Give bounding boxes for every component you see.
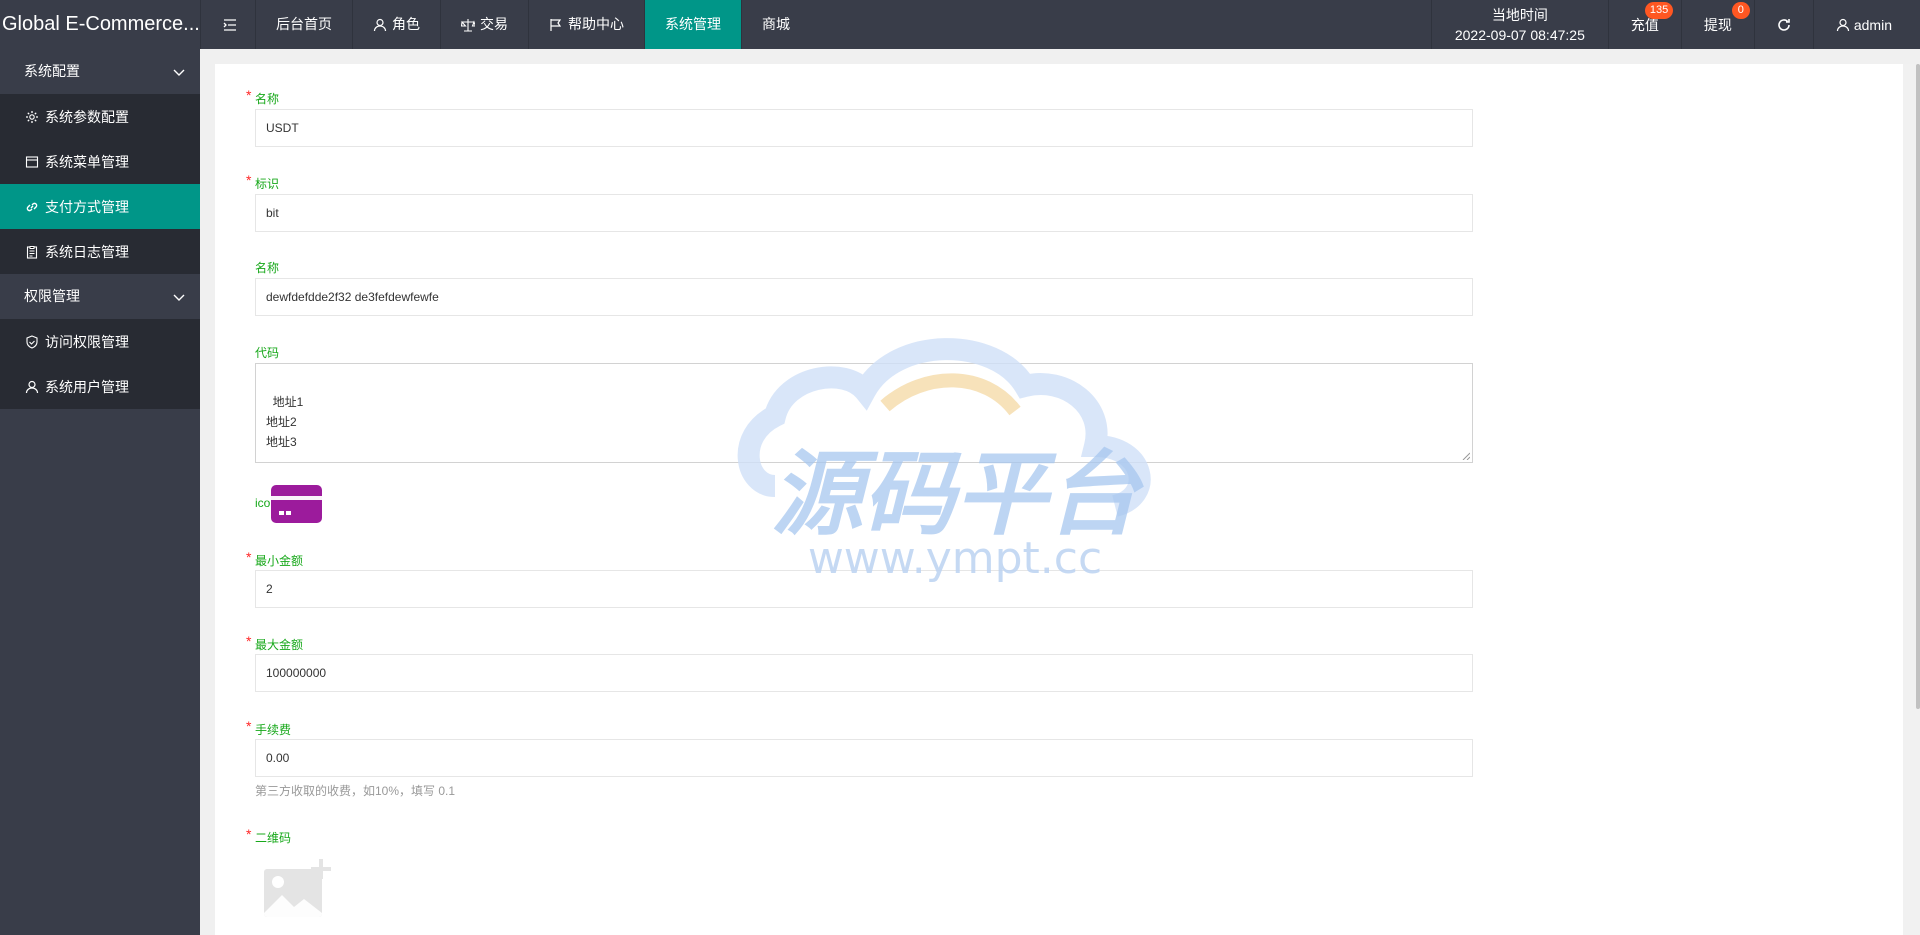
nav-trade-label: 交易 bbox=[480, 16, 508, 32]
card-dot bbox=[279, 511, 284, 515]
name2-label: 名称 bbox=[255, 261, 280, 275]
link-icon bbox=[26, 202, 38, 211]
required-mark: * bbox=[246, 172, 252, 188]
card-stripe bbox=[271, 496, 322, 500]
top-header: Global E-Commerce... 后台首页 角色 交易 帮助中心 系统管… bbox=[0, 0, 1920, 49]
min-amount-label: 最小金额 bbox=[255, 554, 304, 568]
fee-hint: 第三方收取的收费，如10%，填写 0.1 bbox=[255, 784, 456, 798]
max-amount-input[interactable]: 100000000 bbox=[255, 654, 1473, 692]
address-label: 代码 bbox=[255, 346, 280, 360]
withdraw-button[interactable]: 提现 0 bbox=[1680, 0, 1754, 49]
nav-mall[interactable]: 商城 bbox=[742, 0, 810, 49]
local-time-value: 2022-09-07 08:47:25 bbox=[1454, 26, 1585, 43]
clipboard-icon bbox=[26, 245, 38, 259]
address-text: 地址1 地址2 地址3 bbox=[266, 395, 304, 449]
name-input[interactable]: USDT bbox=[255, 109, 1473, 147]
refresh-icon bbox=[1778, 18, 1790, 31]
recharge-button[interactable]: 充值 135 bbox=[1607, 0, 1681, 49]
sidebar-item-system-params[interactable]: 系统参数配置 bbox=[0, 94, 200, 139]
nav-system[interactable]: 系统管理 bbox=[645, 0, 742, 49]
user-menu[interactable]: admin bbox=[1812, 0, 1920, 49]
credit-card-icon[interactable] bbox=[271, 485, 322, 523]
nav-system-label: 系统管理 bbox=[665, 16, 721, 32]
local-time: 当地时间 2022-09-07 08:47:25 bbox=[1430, 0, 1608, 49]
gear-icon bbox=[26, 110, 38, 123]
icon-label: ico bbox=[255, 496, 271, 510]
required-mark: * bbox=[246, 87, 252, 103]
nav-help-label: 帮助中心 bbox=[568, 16, 624, 32]
withdraw-label: 提现 bbox=[1703, 16, 1732, 33]
sidebar-item-payment-methods[interactable]: 支付方式管理 bbox=[0, 184, 200, 229]
code-input[interactable]: bit bbox=[255, 194, 1473, 232]
code-label: 标识 bbox=[255, 177, 280, 191]
qrcode-label: 二维码 bbox=[255, 831, 292, 845]
local-time-label: 当地时间 bbox=[1491, 6, 1548, 23]
sidebar-item-system-users[interactable]: 系统用户管理 bbox=[0, 364, 200, 409]
app-title: Global E-Commerce... bbox=[2, 13, 200, 35]
nav-role-label: 角色 bbox=[392, 16, 420, 32]
nav-home[interactable]: 后台首页 bbox=[256, 0, 353, 49]
name2-input[interactable]: dewfdefdde2f32 de3fefdewfewfe bbox=[255, 278, 1473, 316]
scale-icon bbox=[461, 18, 475, 32]
sidebar-item-system-menu[interactable]: 系统菜单管理 bbox=[0, 139, 200, 184]
card-dot bbox=[286, 511, 291, 515]
sidebar-submenu: 访问权限管理 系统用户管理 bbox=[0, 319, 200, 409]
sidebar-toggle-button[interactable] bbox=[200, 0, 256, 49]
nav-help[interactable]: 帮助中心 bbox=[529, 0, 645, 49]
sidebar-item-label: 系统菜单管理 bbox=[45, 153, 129, 170]
user-icon bbox=[373, 18, 387, 31]
sidebar-item-access-permissions[interactable]: 访问权限管理 bbox=[0, 319, 200, 364]
refresh-button[interactable] bbox=[1753, 0, 1813, 49]
sidebar-group-label: 权限管理 bbox=[24, 288, 80, 304]
min-amount-input[interactable]: 2 bbox=[255, 570, 1473, 608]
withdraw-badge: 0 bbox=[1731, 2, 1750, 19]
sidebar-item-label: 系统参数配置 bbox=[45, 108, 129, 125]
sidebar-item-label: 访问权限管理 bbox=[45, 333, 129, 350]
user-icon bbox=[1836, 18, 1849, 31]
sidebar-item-label: 系统日志管理 bbox=[45, 243, 129, 260]
image-upload-icon[interactable] bbox=[263, 857, 333, 919]
required-mark: * bbox=[246, 549, 252, 565]
header-tools: 当地时间 2022-09-07 08:47:25 充值 135 提现 0 adm… bbox=[1430, 0, 1920, 49]
resize-handle-icon[interactable] bbox=[1462, 452, 1470, 460]
required-mark: * bbox=[246, 633, 252, 649]
nav-role[interactable]: 角色 bbox=[353, 0, 441, 49]
nav-home-label: 后台首页 bbox=[276, 16, 332, 32]
sidebar-group-system-config[interactable]: 系统配置 bbox=[0, 49, 200, 94]
max-amount-label: 最大金额 bbox=[255, 638, 304, 652]
sidebar-submenu: 系统参数配置 系统菜单管理 支付方式管理 系统日志管理 bbox=[0, 94, 200, 274]
sidebar: 系统配置 系统参数配置 系统菜单管理 支付方式管理 系统日志管理 权限管理 访问… bbox=[0, 49, 200, 935]
menu-toggle-icon bbox=[223, 18, 236, 31]
fee-input[interactable]: 0.00 bbox=[255, 739, 1473, 777]
user-icon bbox=[25, 380, 39, 393]
scrollbar-thumb[interactable] bbox=[1916, 64, 1920, 709]
sidebar-item-system-logs[interactable]: 系统日志管理 bbox=[0, 229, 200, 274]
flag-icon bbox=[550, 18, 562, 31]
sidebar-group-label: 系统配置 bbox=[24, 63, 80, 79]
sidebar-item-label: 支付方式管理 bbox=[45, 198, 129, 215]
window-icon bbox=[25, 155, 39, 168]
sidebar-group-permissions[interactable]: 权限管理 bbox=[0, 274, 200, 319]
nav-mall-label: 商城 bbox=[762, 16, 790, 32]
recharge-badge: 135 bbox=[1644, 2, 1674, 19]
chevron-down-icon bbox=[173, 69, 185, 76]
name-label: 名称 bbox=[255, 92, 280, 106]
address-textarea[interactable]: 地址1 地址2 地址3 bbox=[255, 363, 1473, 463]
user-name: admin bbox=[1853, 16, 1892, 33]
shield-check-icon bbox=[26, 334, 38, 349]
chevron-down-icon bbox=[173, 294, 185, 301]
fee-label: 手续费 bbox=[255, 723, 292, 737]
required-mark: * bbox=[246, 826, 252, 842]
sidebar-item-label: 系统用户管理 bbox=[45, 378, 129, 395]
top-nav: 后台首页 角色 交易 帮助中心 系统管理 商城 bbox=[200, 0, 810, 49]
nav-trade[interactable]: 交易 bbox=[441, 0, 529, 49]
required-mark: * bbox=[246, 718, 252, 734]
